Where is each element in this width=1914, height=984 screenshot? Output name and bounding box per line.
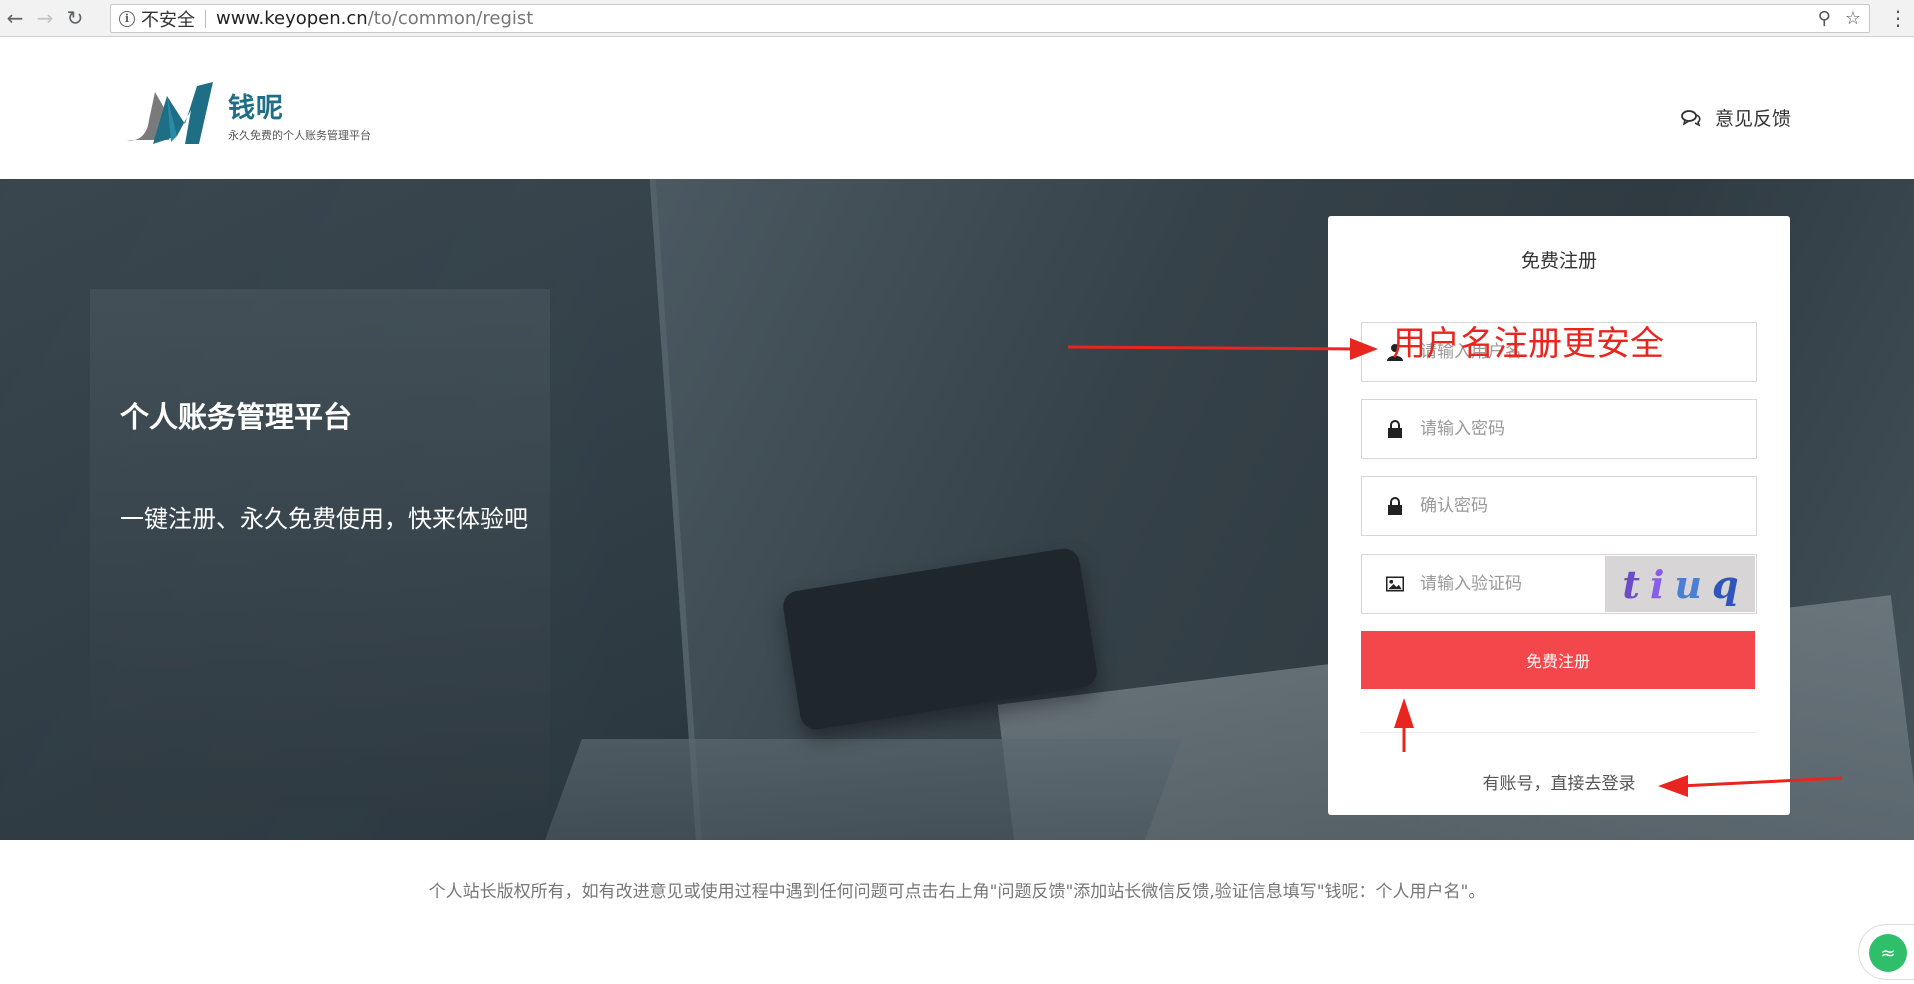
address-divider	[205, 9, 206, 28]
register-title: 免费注册	[1520, 250, 1597, 272]
wifi-widget[interactable]: ≈	[1858, 924, 1914, 980]
captcha-input[interactable]	[1420, 574, 1570, 594]
image-icon	[1386, 575, 1404, 593]
confirm-password-field[interactable]	[1361, 476, 1757, 536]
hero-background-keyboard	[538, 739, 1182, 840]
hero-title: 个人账务管理平台	[120, 400, 353, 434]
reload-icon[interactable]: ↻	[60, 3, 90, 33]
register-card: 免费注册 t i u q 免费注册 有账号，直接去登录	[1328, 216, 1790, 815]
captcha-char: t	[1622, 561, 1640, 607]
site-header: 钱呢 永久免费的个人账务管理平台 意见反馈	[0, 38, 1914, 179]
lock-icon	[1386, 420, 1404, 438]
feedback-label: 意见反馈	[1714, 108, 1791, 130]
password-field[interactable]	[1361, 399, 1757, 459]
feedback-link[interactable]: 意见反馈	[1681, 104, 1791, 131]
forward-icon[interactable]: →	[30, 3, 60, 33]
captcha-field[interactable]: t i u q	[1361, 554, 1757, 614]
security-label: 不安全	[141, 9, 195, 31]
captcha-char: u	[1674, 561, 1703, 607]
hero-background-screen	[90, 289, 550, 809]
browser-toolbar: ← → ↻ i 不安全 www.keyopen.cn /to/common/re…	[0, 0, 1914, 37]
back-icon[interactable]: ←	[0, 3, 30, 33]
url-path: /to/common/regist	[367, 8, 534, 29]
chat-icon	[1681, 109, 1701, 127]
card-divider	[1361, 732, 1757, 733]
confirm-password-input[interactable]	[1420, 496, 1640, 516]
captcha-image[interactable]: t i u q	[1605, 556, 1755, 612]
logo-name: 钱呢	[228, 93, 284, 124]
browser-menu-icon[interactable]: ⋮	[1888, 6, 1908, 30]
hero-subtitle: 一键注册、永久免费使用，快来体验吧	[120, 505, 528, 533]
footer-notice: 个人站长版权所有，如有改进意见或使用过程中遇到任何问题可点击右上角"问题反馈"添…	[428, 882, 1486, 902]
info-icon[interactable]: i	[119, 10, 135, 27]
url-host: www.keyopen.cn	[216, 8, 368, 29]
address-bar[interactable]: i 不安全 www.keyopen.cn /to/common/regist ⚲…	[110, 4, 1870, 33]
key-icon[interactable]: ⚲	[1818, 8, 1831, 29]
password-input[interactable]	[1420, 419, 1640, 439]
lock-icon	[1386, 497, 1404, 515]
bookmark-star-icon[interactable]: ☆	[1845, 8, 1861, 29]
captcha-char: q	[1712, 561, 1739, 607]
logo-tagline: 永久免费的个人账务管理平台	[228, 129, 371, 142]
logo-mark-icon	[127, 82, 213, 144]
register-submit-button[interactable]: 免费注册	[1361, 631, 1755, 689]
captcha-char: i	[1649, 561, 1665, 607]
logo[interactable]: 钱呢 永久免费的个人账务管理平台	[125, 80, 375, 148]
login-link[interactable]: 有账号，直接去登录	[1328, 769, 1790, 794]
wifi-icon: ≈	[1869, 934, 1907, 972]
annotation-note: 用户名注册更安全	[1392, 324, 1664, 364]
